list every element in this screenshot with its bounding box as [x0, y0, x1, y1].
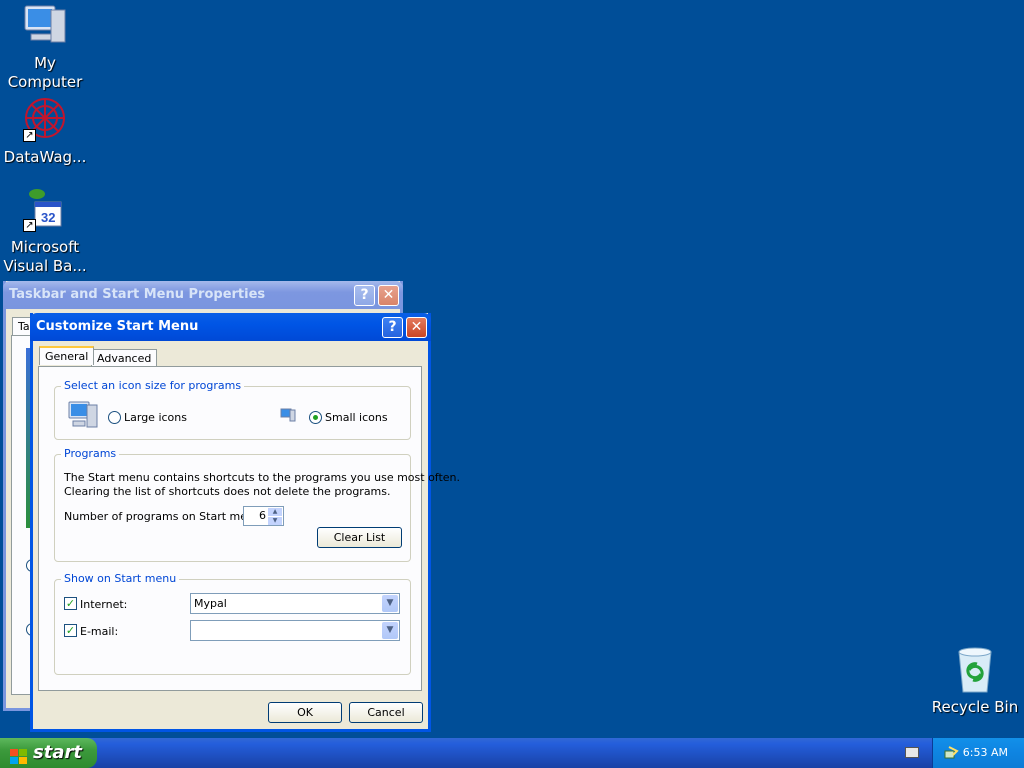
desktop-icon-label: Recycle Bin — [931, 698, 1019, 716]
num-programs-value[interactable]: 6 — [259, 509, 266, 522]
svg-text:32: 32 — [41, 210, 55, 225]
spin-up-icon[interactable]: ▲ — [268, 508, 282, 516]
window-titlebar[interactable]: Taskbar and Start Menu Properties ? ✕ — [3, 281, 403, 309]
programs-description: Clearing the list of shortcuts does not … — [64, 485, 391, 498]
visual-basic-icon: 32 ↗ — [21, 186, 69, 234]
dialog-titlebar[interactable]: Customize Start Menu ? ✕ — [30, 313, 431, 341]
internet-dropdown[interactable]: Mypal ▼ — [190, 593, 400, 614]
internet-checkbox[interactable]: ✓ — [64, 597, 77, 610]
help-button[interactable]: ? — [354, 285, 375, 306]
start-label: start — [33, 742, 82, 763]
programs-group: Programs The Start menu contains shortcu… — [54, 447, 460, 562]
close-button[interactable]: ✕ — [378, 285, 399, 306]
network-icon[interactable] — [943, 745, 959, 764]
email-dropdown[interactable]: ▼ — [190, 620, 400, 641]
show-on-start-menu-group: Show on Start menu ✓ Internet: Mypal ▼ ✓… — [54, 572, 411, 675]
cancel-button[interactable]: Cancel — [349, 702, 423, 723]
datawag-icon: ↗ — [21, 96, 69, 144]
desktop-icon-label: My — [34, 54, 56, 72]
large-computer-icon — [67, 399, 99, 434]
shortcut-arrow-icon: ↗ — [23, 129, 36, 142]
group-label: Show on Start menu — [61, 572, 180, 585]
desktop-icon-label: Visual Ba... — [3, 257, 87, 275]
num-programs-spinner[interactable]: 6 ▲ ▼ — [243, 506, 284, 526]
email-checkbox[interactable]: ✓ — [64, 624, 77, 637]
large-icons-label[interactable]: Large icons — [124, 411, 187, 424]
desktop-icon-label: DataWag... — [3, 148, 87, 166]
system-tray: 6:53 AM — [932, 738, 1024, 768]
start-button[interactable]: start — [0, 738, 97, 768]
help-button[interactable]: ? — [382, 317, 403, 338]
customize-start-menu-dialog[interactable]: Customize Start Menu ? ✕ General Advance… — [30, 313, 460, 732]
close-button[interactable]: ✕ — [406, 317, 427, 338]
window-title: Taskbar and Start Menu Properties — [9, 287, 266, 302]
small-computer-icon — [280, 407, 296, 426]
ok-button[interactable]: OK — [268, 702, 342, 723]
group-label: Programs — [61, 447, 120, 460]
chevron-down-icon[interactable]: ▼ — [382, 595, 398, 612]
clock[interactable]: 6:53 AM — [963, 746, 1008, 759]
windows-logo-icon — [10, 745, 28, 764]
small-icons-radio[interactable] — [309, 411, 322, 424]
desktop-icon-visual-basic[interactable]: 32 ↗ Microsoft Visual Ba... — [0, 186, 90, 276]
internet-label[interactable]: Internet: — [80, 598, 127, 611]
shortcut-arrow-icon: ↗ — [23, 219, 36, 232]
computer-icon — [21, 2, 69, 50]
desktop-icon-recycle-bin[interactable]: Recycle Bin — [930, 646, 1020, 717]
icon-size-group: Select an icon size for programs Large i… — [54, 379, 411, 440]
tab-general[interactable]: General — [39, 346, 95, 365]
num-programs-label: Number of programs on Start menu: — [64, 510, 265, 523]
desktop-icon-label: Computer — [7, 73, 83, 91]
desktop-icon-label: Microsoft — [10, 238, 80, 256]
taskbar: start 6:53 AM — [0, 738, 1024, 768]
internet-value: Mypal — [194, 597, 227, 610]
group-label: Select an icon size for programs — [61, 379, 245, 392]
clear-list-button[interactable]: Clear List — [317, 527, 402, 548]
recycle-bin-icon — [951, 646, 999, 694]
tab-advanced[interactable]: Advanced — [91, 349, 158, 367]
general-tab-panel: Select an icon size for programs Large i… — [38, 366, 460, 691]
programs-description: The Start menu contains shortcuts to the… — [64, 471, 461, 484]
email-label[interactable]: E-mail: — [80, 625, 118, 638]
desktop-icon-datawag[interactable]: ↗ DataWag... — [0, 96, 90, 167]
chevron-down-icon[interactable]: ▼ — [382, 622, 398, 639]
large-icons-radio[interactable] — [108, 411, 121, 424]
dialog-title: Customize Start Menu — [36, 319, 199, 334]
desktop-icon-my-computer[interactable]: My Computer — [0, 2, 90, 92]
spin-down-icon[interactable]: ▼ — [268, 517, 282, 525]
keyboard-icon[interactable] — [905, 747, 919, 758]
small-icons-label[interactable]: Small icons — [325, 411, 388, 424]
